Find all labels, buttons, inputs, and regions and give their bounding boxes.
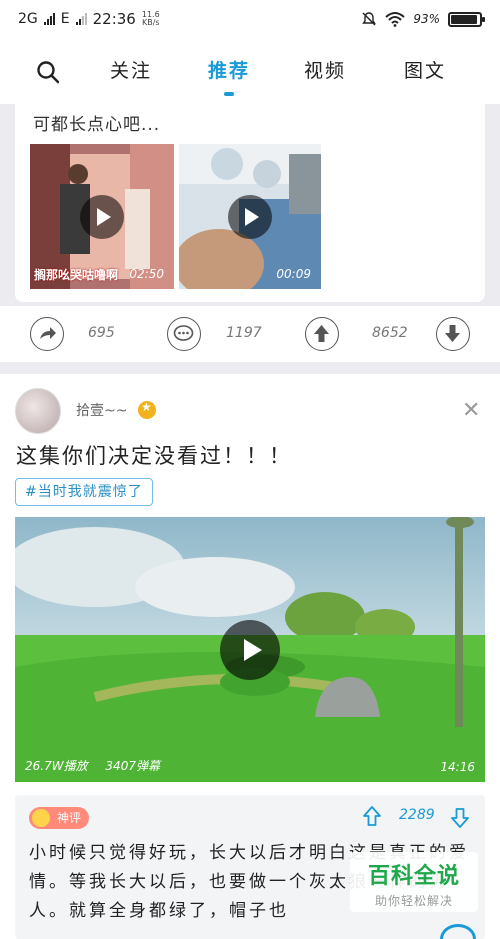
danmaku-count: 3407弹幕 xyxy=(105,759,160,773)
tab-image-text[interactable]: 图文 xyxy=(404,56,446,83)
tab-video[interactable]: 视频 xyxy=(304,56,346,83)
close-icon[interactable]: ✕ xyxy=(462,398,480,423)
share-count: 695 xyxy=(88,325,115,341)
watermark-logo: 百科全说 助你轻松解决 xyxy=(350,852,478,912)
status-bar: 2G E 22:36 11.6 KB/s 93% xyxy=(0,0,500,38)
active-tab-indicator xyxy=(224,92,234,96)
play-icon[interactable] xyxy=(228,194,272,239)
thumb-2-duration: 00:09 xyxy=(276,267,311,281)
play-icon[interactable] xyxy=(80,194,124,239)
network-label: 2G xyxy=(18,11,38,27)
comment-count: 1197 xyxy=(226,325,262,341)
share-icon[interactable] xyxy=(30,317,64,351)
battery-percent: 93% xyxy=(413,12,440,26)
video-meta: 26.7W播放 3407弹幕 xyxy=(25,757,174,774)
top-nav: 关注 推荐 视频 图文 xyxy=(0,38,500,104)
card1-text: 可都长点心吧... xyxy=(33,115,161,135)
comment-icon[interactable] xyxy=(167,317,201,351)
play-count: 26.7W播放 xyxy=(25,759,88,773)
smile-icon xyxy=(32,809,50,827)
hot-comment-votes: 2289 xyxy=(399,807,435,823)
net-speed: 11.6 KB/s xyxy=(142,11,160,27)
post-title[interactable]: 这集你们决定没看过！！！ xyxy=(16,440,292,470)
battery-icon xyxy=(448,11,485,27)
arrow-down-icon[interactable] xyxy=(449,807,471,829)
signal-icon xyxy=(43,13,55,25)
tab-recommend[interactable]: 推荐 xyxy=(208,56,250,83)
upvote-icon[interactable] xyxy=(305,317,339,351)
video-player[interactable]: 26.7W播放 3407弹幕 14:16 xyxy=(15,517,485,782)
status-left: 2G E 22:36 11.6 KB/s xyxy=(18,10,160,28)
wifi-icon xyxy=(385,12,405,27)
watermark-title: 百科全说 xyxy=(367,864,460,889)
battery-fill xyxy=(451,14,478,24)
signal-icon-2 xyxy=(75,13,87,25)
watermark-subtitle: 助你轻松解决 xyxy=(374,894,453,908)
thumb-1-caption: 搁那吆哭咕噜啊 xyxy=(34,268,119,282)
card1-action-bar: 695 1197 8652 xyxy=(0,306,500,362)
hot-comment-badge: 神评 xyxy=(29,807,90,829)
downvote-icon[interactable] xyxy=(436,317,470,351)
arrow-up-icon[interactable] xyxy=(361,805,383,827)
net-speed-unit: KB/s xyxy=(141,18,160,27)
avatar[interactable] xyxy=(15,388,61,434)
search-icon[interactable] xyxy=(36,60,60,84)
hot-comment-badge-label: 神评 xyxy=(57,811,82,825)
video-thumb-1[interactable]: 搁那吆哭咕噜啊 02:50 xyxy=(30,144,174,289)
vip-badge-icon xyxy=(138,400,156,419)
tab-follow[interactable]: 关注 xyxy=(110,56,152,83)
username[interactable]: 拾壹~~ xyxy=(76,400,127,420)
topic-tag[interactable]: #当时我就震惊了 xyxy=(15,478,153,506)
video-duration: 14:16 xyxy=(440,760,475,774)
play-icon[interactable] xyxy=(220,620,280,680)
clock: 22:36 xyxy=(92,10,136,28)
thumb-1-duration: 02:50 xyxy=(129,267,164,281)
upvote-count: 8652 xyxy=(372,325,408,341)
bell-muted-icon xyxy=(362,12,377,26)
feed-card-1[interactable]: 可都长点心吧... 搁那吆哭咕噜啊 02:50 00:09 xyxy=(15,104,485,302)
network-type: E xyxy=(60,11,70,27)
status-right: 93% xyxy=(361,11,485,27)
video-thumb-2[interactable]: 00:09 xyxy=(179,144,321,289)
